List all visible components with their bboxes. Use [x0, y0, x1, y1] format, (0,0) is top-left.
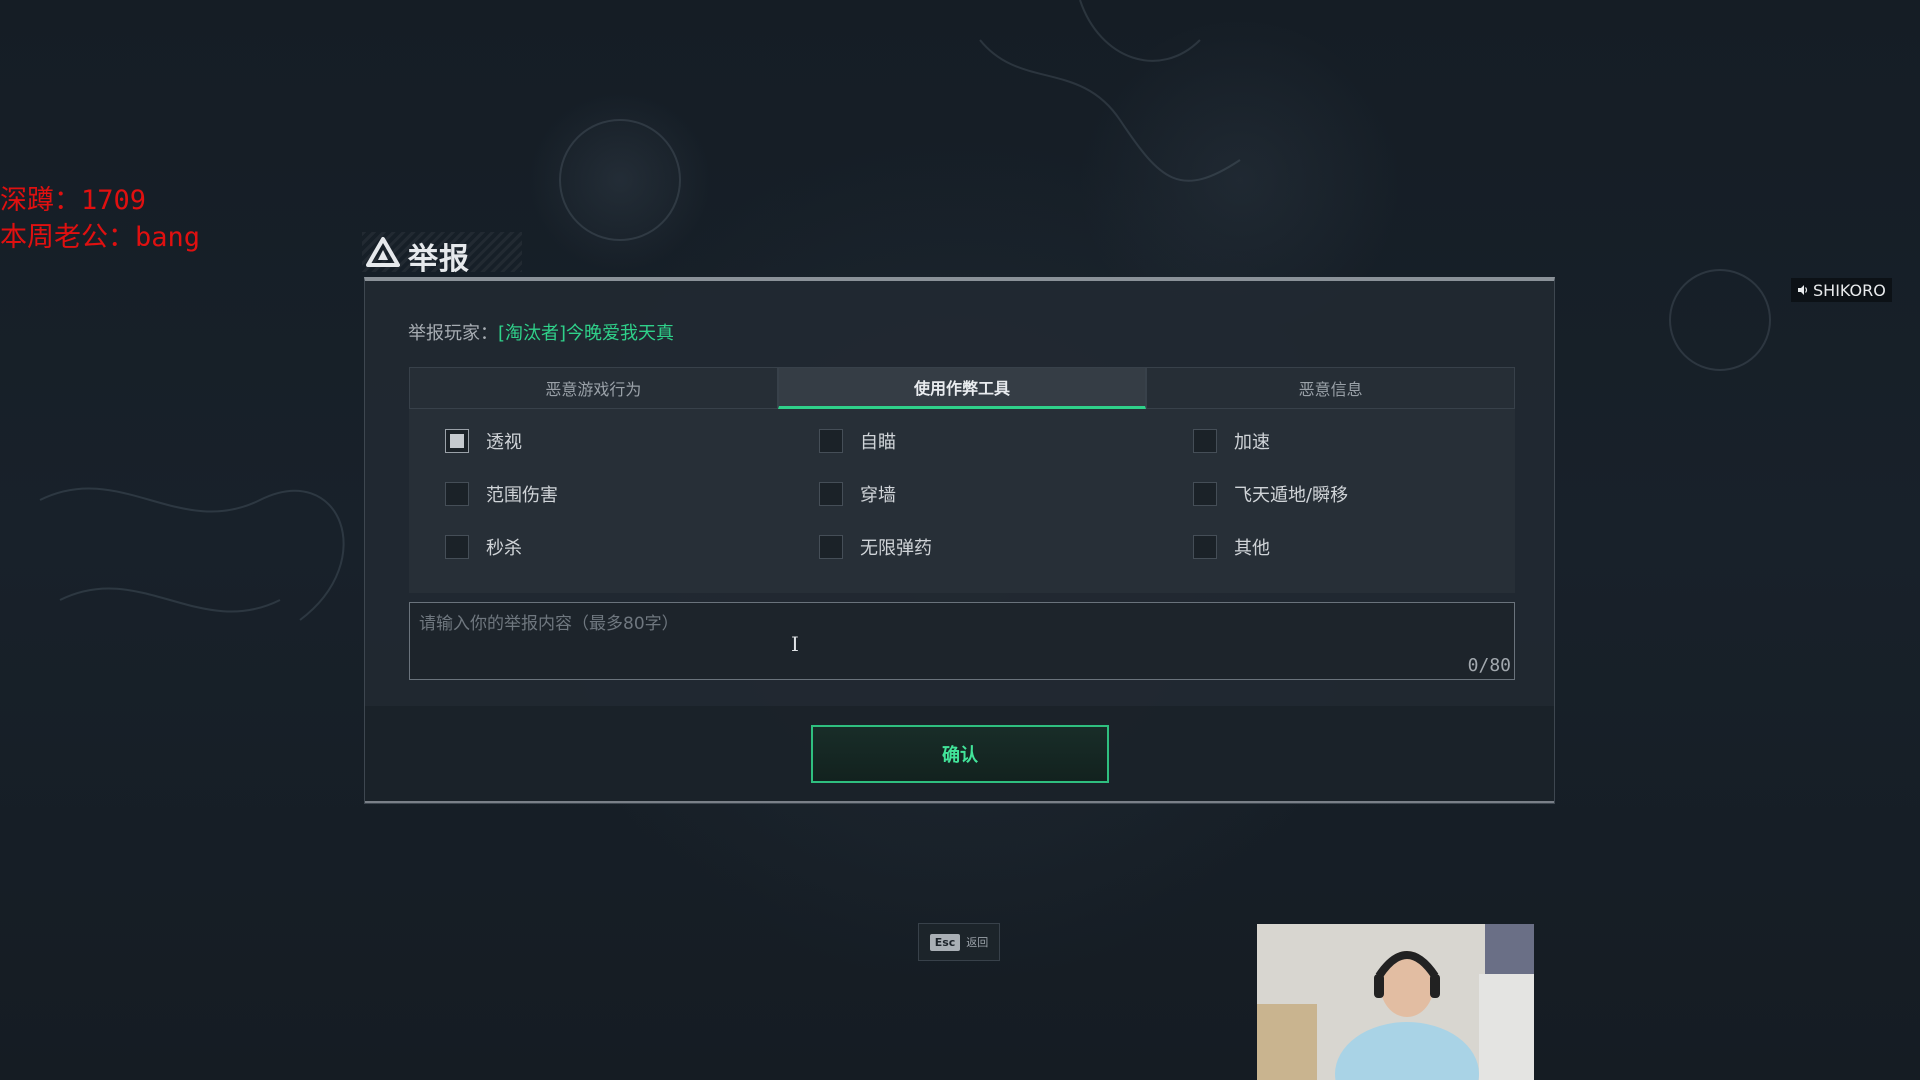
voice-chat-indicator: SHIKORO: [1791, 278, 1892, 302]
reported-player-name: [淘汰者]今晚爱我天真: [498, 323, 675, 344]
voice-speaker-name: SHIKORO: [1813, 280, 1886, 300]
overlay-line-squats: 深蹲：1709: [0, 185, 147, 216]
character-counter: 0/80: [1467, 655, 1511, 676]
tab-cheating-tools[interactable]: 使用作弊工具: [777, 367, 1147, 409]
overlay-line-weekly: 本周老公：bang: [0, 222, 201, 253]
speaker-icon: [1798, 285, 1808, 295]
option-fly-teleport[interactable]: 飞天遁地/瞬移: [1193, 481, 1348, 507]
option-area-damage[interactable]: 范围伤害: [445, 481, 558, 507]
option-wall-clip[interactable]: 穿墙: [819, 481, 896, 507]
report-content-input[interactable]: 请输入你的举报内容（最多80字） 0/80: [409, 602, 1515, 680]
option-label: 范围伤害: [486, 485, 558, 506]
option-label: 无限弹药: [860, 538, 932, 559]
option-label: 加速: [1234, 432, 1270, 453]
option-aimbot[interactable]: 自瞄: [819, 428, 896, 454]
confirm-button[interactable]: 确认: [811, 725, 1109, 783]
checkbox[interactable]: [1193, 429, 1217, 453]
streamer-webcam: [1257, 924, 1534, 1080]
stream-overlay-text: 深蹲：1709 本周老公：bang: [0, 182, 200, 256]
reported-player-label: 举报玩家：: [408, 323, 498, 344]
report-warning-icon: [366, 237, 400, 267]
checkbox[interactable]: [1193, 482, 1217, 506]
option-label: 秒杀: [486, 538, 522, 559]
tab-malicious-behavior[interactable]: 恶意游戏行为: [409, 367, 778, 409]
esc-back-label: 返回: [966, 936, 989, 949]
report-input-placeholder: 请输入你的举报内容（最多80字）: [419, 614, 679, 634]
checkbox[interactable]: [819, 535, 843, 559]
option-wallhack[interactable]: 透视: [445, 428, 522, 454]
option-infinite-ammo[interactable]: 无限弹药: [819, 534, 932, 560]
option-label: 自瞄: [860, 432, 896, 453]
option-instant-kill[interactable]: 秒杀: [445, 534, 522, 560]
esc-back-hint[interactable]: Esc 返回: [918, 923, 1000, 961]
dialog-header: 举报: [362, 230, 1557, 278]
checkbox[interactable]: [1193, 535, 1217, 559]
option-label: 穿墙: [860, 485, 896, 506]
checkbox[interactable]: [819, 429, 843, 453]
dialog-title: 举报: [408, 242, 470, 277]
checkbox[interactable]: [445, 482, 469, 506]
checkbox-check-mark: [450, 434, 464, 448]
checkbox[interactable]: [445, 429, 469, 453]
tab-malicious-info[interactable]: 恶意信息: [1146, 367, 1516, 409]
option-label: 飞天遁地/瞬移: [1234, 485, 1349, 506]
checkbox[interactable]: [819, 482, 843, 506]
text-cursor-icon: I: [791, 632, 799, 656]
option-label: 其他: [1234, 538, 1270, 559]
webcam-feed-image: [1257, 924, 1534, 1080]
option-other[interactable]: 其他: [1193, 534, 1270, 560]
option-label: 透视: [486, 432, 522, 453]
option-speedhack[interactable]: 加速: [1193, 428, 1270, 454]
esc-key-icon: Esc: [929, 933, 961, 951]
checkbox[interactable]: [445, 535, 469, 559]
reported-player: 举报玩家：[淘汰者]今晚爱我天真: [408, 319, 674, 345]
report-category-tabs: 恶意游戏行为 使用作弊工具 恶意信息: [409, 367, 1516, 409]
cheat-options-grid: 透视 自瞄 加速 范围伤害 穿墙 飞天遁地/瞬移 秒杀 无限弹药 其他: [409, 409, 1515, 593]
